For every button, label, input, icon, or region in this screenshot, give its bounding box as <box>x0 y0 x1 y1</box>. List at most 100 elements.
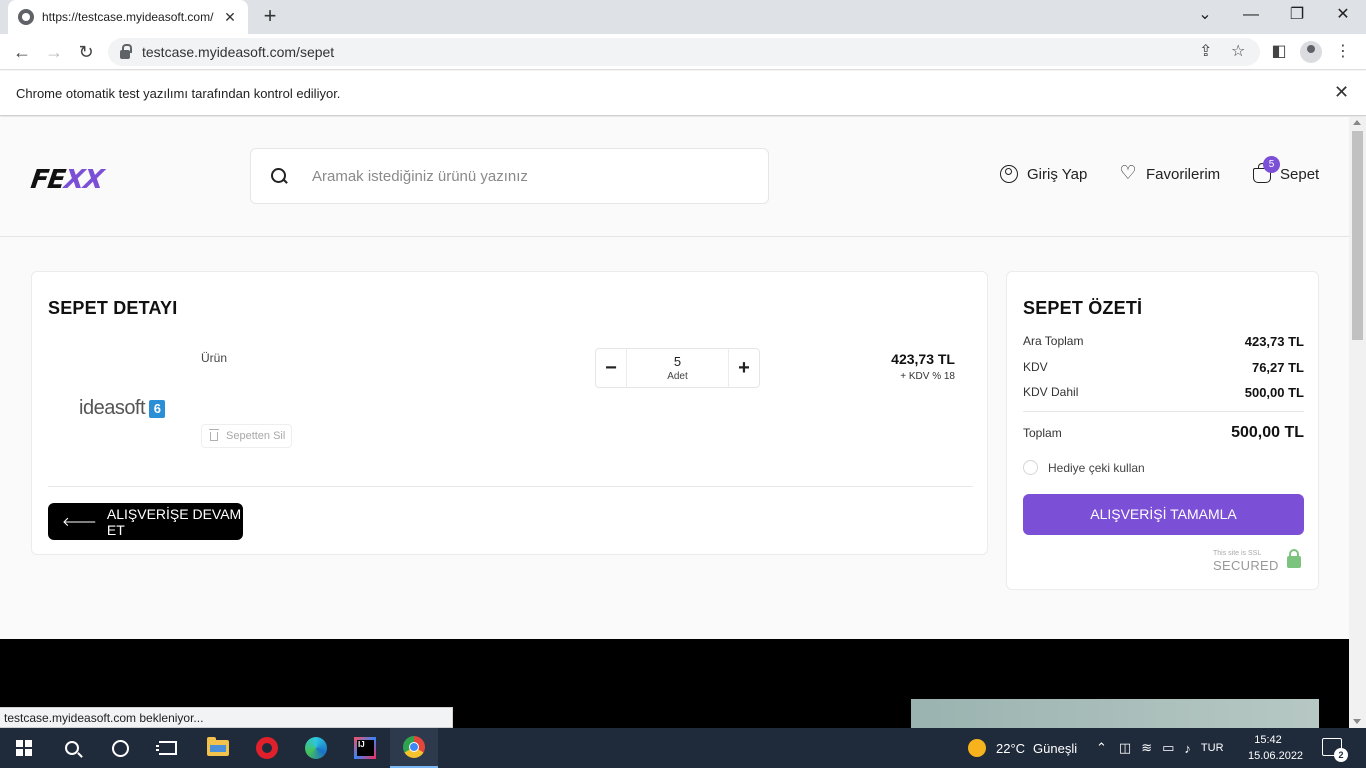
menu-icon[interactable]: ⋮ <box>1333 42 1353 62</box>
chrome-button[interactable] <box>390 728 438 768</box>
quantity-decrease-button[interactable]: − <box>596 349 626 387</box>
login-label: Giriş Yap <box>1027 165 1088 183</box>
star-icon[interactable]: ☆ <box>1231 41 1245 61</box>
start-button[interactable] <box>0 728 48 768</box>
cart-label: Sepet <box>1280 165 1320 183</box>
cortana-icon <box>111 739 129 757</box>
weather-temp: 22°C <box>996 740 1026 756</box>
reload-icon[interactable]: ↻ <box>74 40 98 64</box>
address-bar[interactable]: testcase.myideasoft.com/sepet <box>108 38 1260 66</box>
search-input[interactable] <box>312 167 752 185</box>
scrollbar-thumb[interactable] <box>1352 131 1363 340</box>
cart-summary-card: SEPET ÖZETİ Ara Toplam 423,73 TL KDV 76,… <box>1006 271 1319 590</box>
product-image[interactable]: ideasoft 6 <box>79 397 166 420</box>
clock-date: 15.06.2022 <box>1248 750 1304 762</box>
taskbar-search-button[interactable] <box>48 728 96 768</box>
new-tab-button[interactable]: + <box>258 5 282 29</box>
trash-icon <box>209 428 219 441</box>
infobar-close-icon[interactable]: ✕ <box>1334 82 1349 103</box>
footer-image <box>911 699 1319 728</box>
minimize-icon[interactable]: — <box>1228 0 1274 34</box>
window-close-icon[interactable]: ✕ <box>1320 0 1366 34</box>
battery-icon[interactable]: ▭ <box>1162 740 1174 756</box>
product-logo-text: ideasoft <box>79 397 146 419</box>
arrow-left-icon: 🡐 <box>62 513 97 529</box>
complete-purchase-button[interactable]: ALIŞVERİŞİ TAMAMLA <box>1023 494 1304 535</box>
volume-icon[interactable]: ♪ <box>1184 741 1191 756</box>
vat-value: 76,27 TL <box>1251 360 1304 375</box>
login-link[interactable]: Giriş Yap <box>1000 165 1087 183</box>
divider <box>48 486 973 487</box>
side-panel-icon[interactable]: ◧ <box>1269 42 1289 62</box>
task-view-icon <box>156 741 177 755</box>
folder-icon <box>207 737 229 756</box>
quantity-increase-button[interactable]: + <box>729 349 759 387</box>
scroll-down-icon[interactable] <box>1353 719 1361 724</box>
summary-row-subtotal: Ara Toplam 423,73 TL <box>1023 334 1304 349</box>
language-indicator[interactable]: TUR <box>1201 742 1224 754</box>
continue-label: ALIŞVERİŞE DEVAM ET <box>106 505 242 538</box>
user-icon <box>1000 165 1018 183</box>
edge-button[interactable] <box>292 728 340 768</box>
browser-toolbar: ← → ↻ testcase.myideasoft.com/sepet ⇪ ☆ … <box>0 34 1366 70</box>
tab-search-icon[interactable]: ⌄ <box>1182 0 1228 34</box>
url-text: testcase.myideasoft.com/sepet <box>142 44 335 60</box>
ssl-bottom-text: SECURED <box>1213 558 1279 573</box>
gift-voucher-label: Hediye çeki kullan <box>1048 460 1145 475</box>
remove-from-cart-button[interactable]: Sepetten Sil <box>201 424 293 448</box>
logo-accent: XX <box>62 165 105 195</box>
quantity-stepper: − 5 Adet + <box>595 348 760 388</box>
tab-close-icon[interactable]: ✕ <box>222 9 238 26</box>
weather-desc: Güneşli <box>1033 740 1078 756</box>
sun-icon <box>968 739 986 757</box>
favorites-label: Favorilerim <box>1146 165 1221 183</box>
clock-time: 15:42 <box>1254 734 1282 746</box>
restore-icon[interactable]: ❐ <box>1274 0 1320 34</box>
network-icon[interactable]: ≋ <box>1141 740 1152 756</box>
task-view-button[interactable] <box>144 728 192 768</box>
subtotal-label: Ara Toplam <box>1023 334 1084 348</box>
site-logo[interactable]: FEXX <box>29 165 105 195</box>
browser-tab[interactable]: https://testcase.myideasoft.com/ ✕ <box>8 0 248 34</box>
search-box[interactable] <box>250 148 769 204</box>
back-icon[interactable]: ← <box>10 40 34 64</box>
continue-shopping-button[interactable]: 🡐 ALIŞVERİŞE DEVAM ET <box>48 503 243 540</box>
vat-note: + KDV % 18 <box>900 371 955 382</box>
vat-label: KDV <box>1023 360 1048 374</box>
globe-icon <box>18 9 34 25</box>
tray-expand-icon[interactable]: ⌃ <box>1096 740 1107 756</box>
search-icon[interactable] <box>270 167 288 185</box>
favorites-link[interactable]: ♡ Favorilerim <box>1119 164 1221 183</box>
weather-widget[interactable]: 22°C Güneşli <box>968 728 1077 768</box>
quantity-unit: Adet <box>667 371 688 382</box>
product-price: 423,73 TL + KDV % 18 <box>891 351 955 382</box>
intellij-button[interactable] <box>341 728 389 768</box>
file-explorer-button[interactable] <box>194 728 242 768</box>
page-viewport: FEXX Giriş Yap ♡ Favorilerim Sepet 5 SEP… <box>0 117 1349 728</box>
intellij-icon <box>354 737 376 759</box>
quantity-field[interactable]: 5 Adet <box>626 349 729 387</box>
tab-title: https://testcase.myideasoft.com/ <box>42 10 214 24</box>
meet-now-icon[interactable]: ◫ <box>1119 740 1131 756</box>
total-value: 500,00 TL <box>1231 424 1304 441</box>
total-label: Toplam <box>1023 426 1062 440</box>
lock-icon[interactable] <box>120 43 132 59</box>
share-icon[interactable]: ⇪ <box>1199 41 1212 61</box>
page-scrollbar[interactable] <box>1349 117 1366 728</box>
logo-main: FE <box>28 165 67 195</box>
cortana-button[interactable] <box>96 728 144 768</box>
divider <box>1023 411 1304 412</box>
opera-button[interactable] <box>243 728 291 768</box>
price-value: 423,73 TL <box>891 351 955 367</box>
quantity-value: 5 <box>673 354 682 369</box>
gift-voucher-radio[interactable] <box>1023 460 1038 475</box>
product-logo-badge: 6 <box>149 399 166 418</box>
vat-included-value: 500,00 TL <box>1244 385 1304 400</box>
cart-detail-card: SEPET DETAYI ideasoft 6 Ürün Sepetten Si… <box>31 271 988 555</box>
product-name[interactable]: Ürün <box>201 351 227 365</box>
forward-icon[interactable]: → <box>42 40 66 64</box>
profile-icon[interactable] <box>1300 41 1322 63</box>
scroll-up-icon[interactable] <box>1353 120 1361 125</box>
gift-voucher-option[interactable]: Hediye çeki kullan <box>1023 460 1145 475</box>
clock[interactable]: 15:42 15.06.2022 <box>1248 732 1304 764</box>
